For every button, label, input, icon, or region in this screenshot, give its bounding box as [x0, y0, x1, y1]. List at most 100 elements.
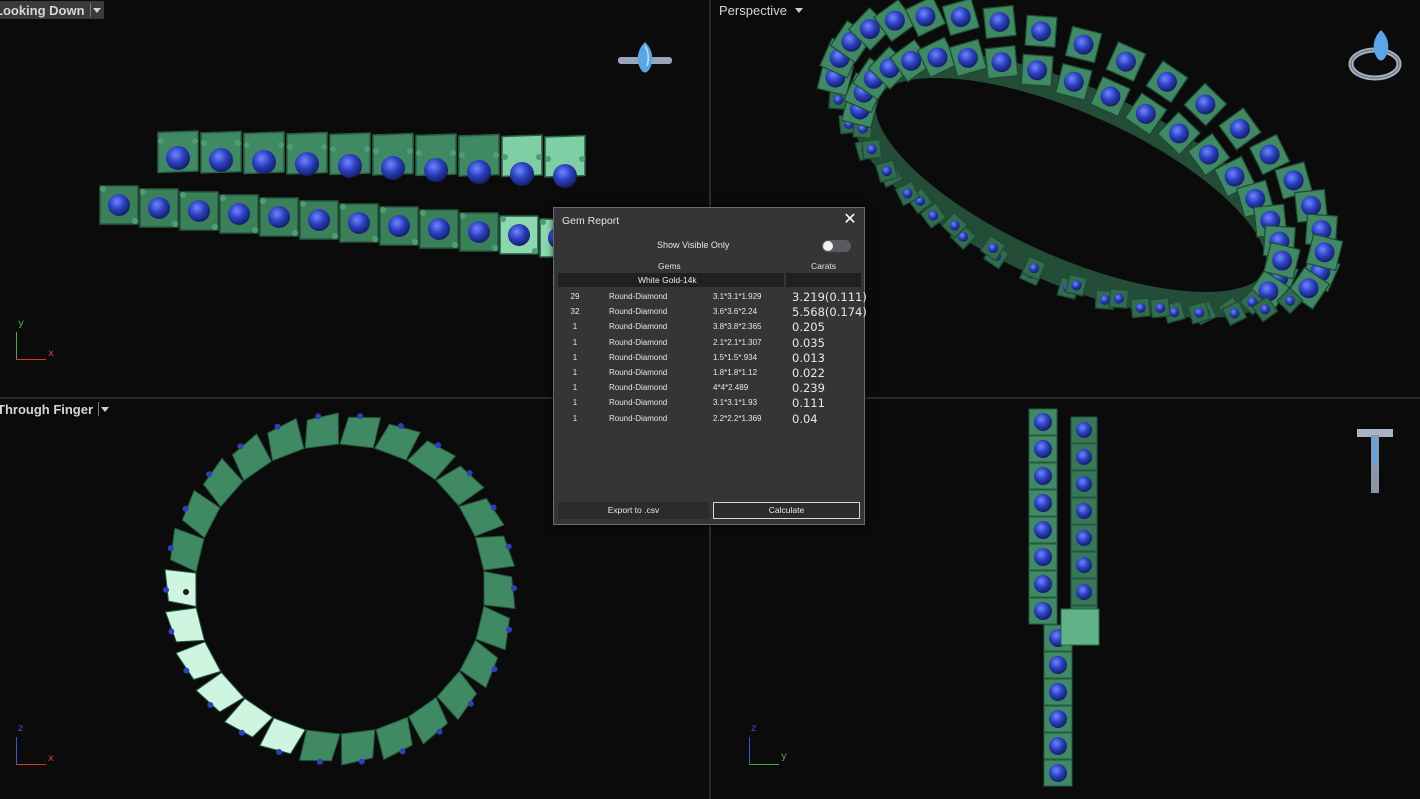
gem-stone: [308, 209, 330, 231]
ring-segment: [408, 696, 449, 745]
gem-count: 1: [572, 368, 578, 377]
ring-segment: [298, 729, 341, 762]
gem-stone: [183, 667, 190, 674]
gem-stone: [188, 200, 210, 222]
hole: [183, 589, 189, 595]
gem-stone: [274, 423, 281, 430]
gem-size: 3.1*3.1*1.93: [713, 398, 758, 408]
gem-stone: [1073, 34, 1094, 55]
gem-stone: [1071, 280, 1082, 291]
metal-group-row[interactable]: White Gold-14k: [558, 273, 861, 287]
gem-stone: [428, 218, 450, 240]
gem-stone: [1063, 71, 1084, 92]
close-icon[interactable]: ✕: [842, 211, 858, 227]
prong: [460, 213, 466, 219]
chevron-down-icon[interactable]: [89, 3, 101, 17]
gem-stone: [468, 221, 490, 243]
gem-row[interactable]: 1 Round-Diamond 2.1*2.1*1.307 0.035: [558, 336, 861, 351]
prong: [536, 154, 542, 160]
gem-stone: [1049, 683, 1067, 701]
gem-stone: [506, 626, 513, 633]
ring-segment: [475, 605, 511, 651]
gem-stone: [1229, 118, 1250, 139]
gem-stone: [108, 194, 130, 216]
gem-row[interactable]: 29 Round-Diamond 3.1*3.1*1.929 3.219(0.111): [558, 290, 867, 305]
viewport-label[interactable]: Perspective: [716, 1, 807, 19]
prong: [220, 195, 226, 201]
gem-count: 1: [572, 383, 578, 393]
gem-count: 1: [572, 352, 578, 362]
prong: [300, 201, 306, 207]
gem-carats: 0.013: [792, 350, 825, 365]
gem-stone: [1034, 494, 1052, 512]
gem-type: Round-Diamond: [609, 307, 668, 317]
ring-segment: [339, 416, 382, 449]
gem-stone: [1284, 295, 1295, 306]
gem-stone: [508, 224, 530, 246]
gem-stone: [206, 471, 213, 478]
gem-row[interactable]: 32 Round-Diamond 3.6*3.6*2.24 5.568(0.174): [558, 305, 867, 320]
gem-stone: [1034, 602, 1052, 620]
prong: [380, 207, 386, 213]
gem-stone: [1135, 103, 1156, 124]
gem-row[interactable]: 1 Round-Diamond 2.2*2.2*1.369 0.04: [558, 412, 861, 427]
gem-stone: [436, 728, 443, 735]
calculate-button[interactable]: Calculate: [713, 502, 860, 519]
toggle-knob: [823, 241, 833, 251]
prong: [532, 248, 538, 254]
ring-segment: [267, 417, 305, 462]
viewport-label[interactable]: Through Finger: [0, 400, 112, 418]
gem-stone: [833, 94, 844, 105]
gem-row[interactable]: 1 Round-Diamond 3.1*3.1*1.93 0.111: [558, 396, 861, 411]
ring-segment: [458, 497, 505, 537]
gem-stone: [182, 505, 189, 512]
gem-stone: [1168, 123, 1189, 144]
gem-type: Round-Diamond: [609, 337, 668, 347]
ring-navigation-icon[interactable]: [614, 40, 676, 84]
gem-stone: [866, 144, 877, 155]
gem-stone: [902, 188, 913, 199]
gem-stone: [466, 469, 473, 476]
gem-stone: [399, 748, 406, 755]
ring-navigation-icon[interactable]: [1355, 425, 1395, 495]
axis-y-label: y: [781, 751, 787, 762]
ring-segment: [175, 641, 222, 681]
gem-stone: [1314, 242, 1335, 263]
chevron-down-icon[interactable]: [793, 3, 804, 17]
show-visible-toggle[interactable]: [822, 240, 851, 252]
prong: [407, 148, 413, 154]
gem-carats: 0.035: [792, 335, 825, 350]
gem-stone: [252, 150, 276, 174]
gem-size: 3.1*3.1*1.929: [713, 292, 762, 301]
gem-type: Round-Diamond: [609, 398, 668, 408]
prong: [540, 219, 546, 225]
gem-size: 1.8*1.8*1.12: [713, 368, 758, 377]
gem-count: 1: [572, 337, 578, 347]
gem-row[interactable]: 1 Round-Diamond 1.5*1.5*.934 0.013: [558, 351, 861, 366]
gem-row[interactable]: 1 Round-Diamond 4*4*2.489 0.239: [558, 381, 861, 396]
viewport-name: Looking Down: [0, 2, 85, 18]
prong: [292, 230, 298, 236]
viewport-label[interactable]: Looking Down: [0, 1, 104, 19]
ring-navigation-icon[interactable]: [1347, 26, 1405, 86]
ring-segment: [375, 716, 413, 761]
axis-z-label: z: [18, 723, 24, 734]
export-csv-button[interactable]: Export to .csv: [558, 502, 709, 519]
ring-segment: [231, 433, 272, 482]
gem-stone: [397, 423, 404, 430]
gem-row[interactable]: 1 Round-Diamond 1.8*1.8*1.12 0.022: [558, 366, 861, 381]
gem-count: 1: [572, 398, 578, 408]
ring-segment: [164, 568, 197, 608]
gem-row[interactable]: 1 Round-Diamond 3.8*3.8*2.365 0.205: [558, 320, 861, 335]
gem-stone: [490, 504, 497, 511]
chevron-down-icon[interactable]: [98, 402, 110, 416]
gem-carats: 3.219(0.111): [792, 290, 867, 304]
gem-stone: [505, 543, 512, 550]
viewport-name: Perspective: [719, 2, 787, 18]
prong: [364, 146, 370, 152]
prong: [132, 218, 138, 224]
gem-type: Round-Diamond: [609, 383, 668, 393]
prong: [140, 189, 146, 195]
prong: [100, 186, 106, 192]
gem-stone: [989, 11, 1010, 32]
